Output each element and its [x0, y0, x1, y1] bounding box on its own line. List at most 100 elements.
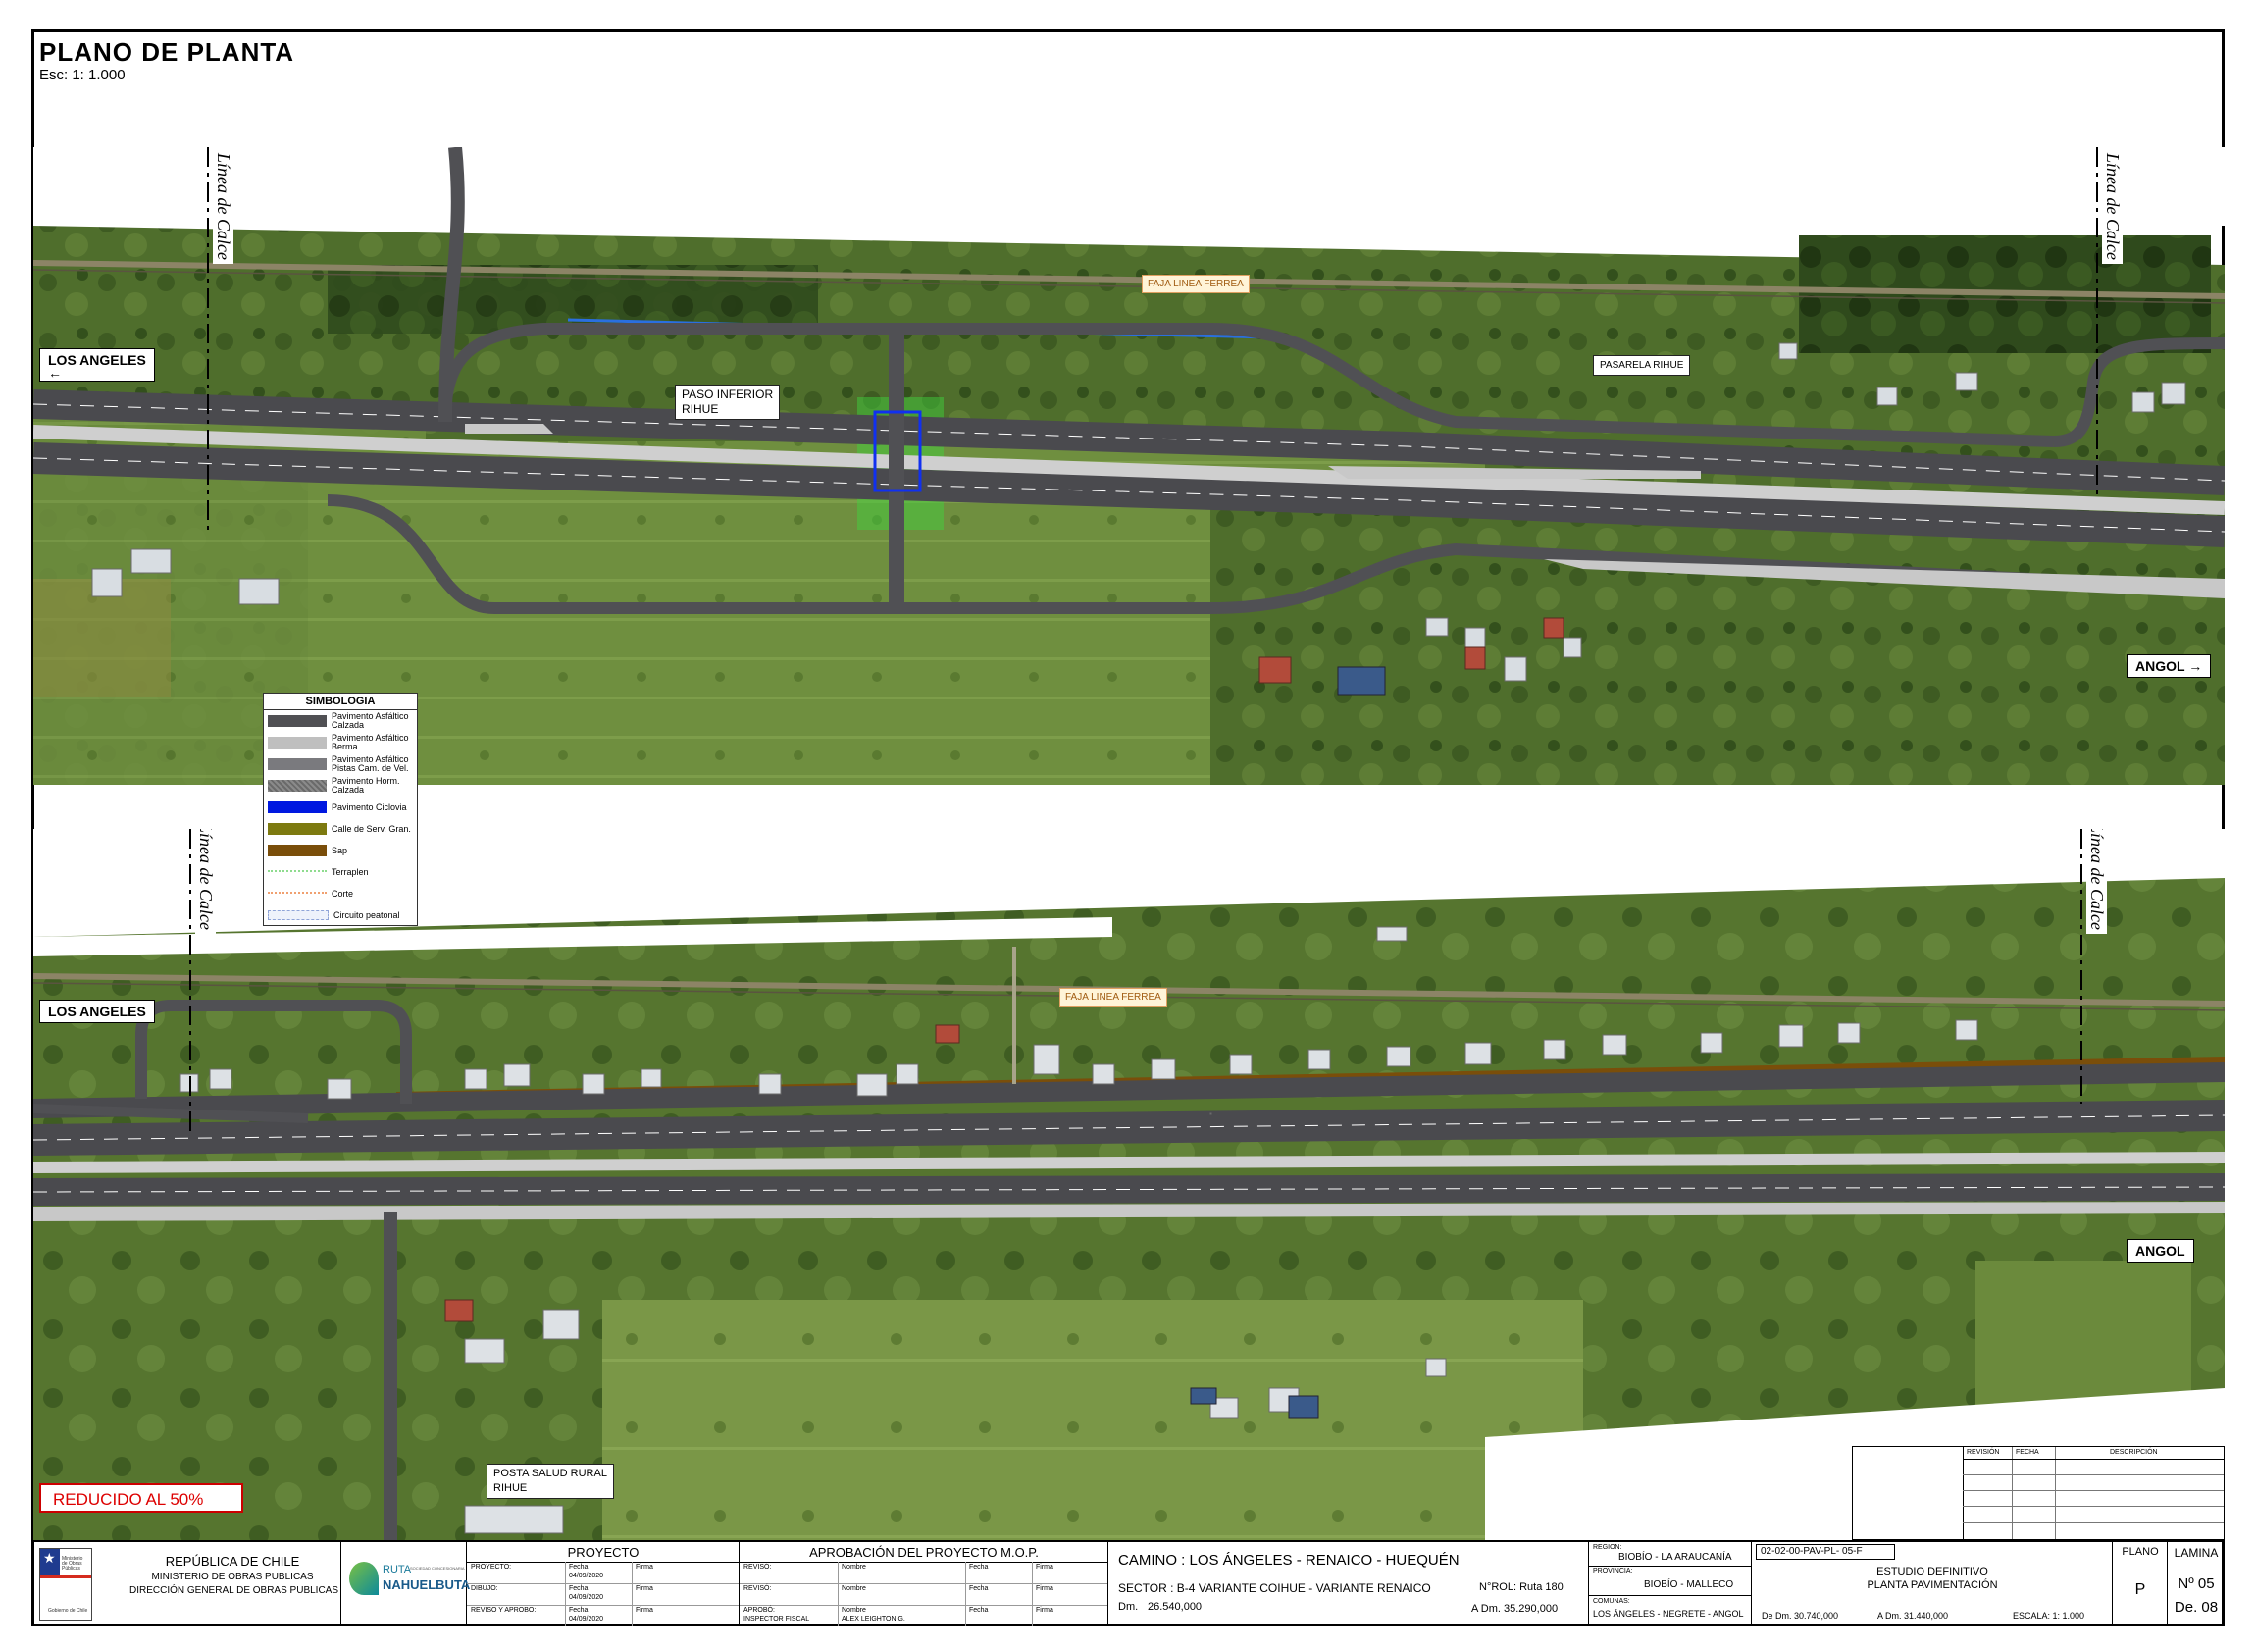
aerial-map-upper [33, 147, 2225, 785]
title-block-ministry: ★ Ministerio de Obras Públicas Gobierno … [31, 1542, 341, 1626]
inspector-role: INSPECTOR FISCAL [743, 1616, 810, 1623]
title-block-aprobacion: APROBACIÓN DEL PROYECTO M.O.P. REVISÓ: N… [740, 1542, 1108, 1626]
mop-logo-bottom: Gobierno de Chile [48, 1608, 88, 1614]
aprob-firma-3: Firma [1036, 1607, 1053, 1614]
aprob-role-1: REVISÓ: [743, 1564, 772, 1571]
reviso-firma: Firma [636, 1607, 653, 1614]
legend-item: Pavimento Asfáltico Berma [264, 732, 417, 753]
legend-swatch [268, 845, 327, 856]
proyecto-heading: PROYECTO [567, 1545, 640, 1560]
calce-label-upper-left: Línea de Calce [213, 149, 233, 264]
aprob-fecha-1: Fecha [969, 1564, 989, 1571]
comunas-label: COMUNAS: [1593, 1598, 1630, 1605]
lamina-total: De. 08 [2174, 1599, 2219, 1616]
label-pasarela-rihue: PASARELA RIHUE [1593, 355, 1691, 376]
aprob-firma-2: Firma [1036, 1585, 1053, 1592]
reviso-fecha-label: Fecha [569, 1607, 589, 1614]
ministerio-text: MINISTERIO DE OBRAS PUBLICAS [151, 1572, 314, 1582]
arrow-right-icon: → [2188, 658, 2203, 674]
camino-text: CAMINO : LOS ÁNGELES - RENAICO - HUEQUÉN [1118, 1552, 1460, 1569]
aprob-fecha-3: Fecha [969, 1607, 989, 1614]
dibujo-fecha-label: Fecha [569, 1585, 589, 1592]
estudio-text: ESTUDIO DEFINITIVO [1876, 1566, 1988, 1577]
paso-inferior-line2: RIHUE [682, 402, 719, 416]
codigo-value: 02-02-00-PAV-PL- 05-F [1761, 1546, 1863, 1557]
aprob-nombre-2: Nombre [842, 1585, 866, 1592]
scale-label: Esc: 1: 1.000 [39, 67, 126, 83]
plano-value: P [2134, 1581, 2146, 1598]
legend-swatch [268, 758, 327, 770]
legend-label: Pavimento Ciclovia [332, 801, 407, 812]
paso-inferior-line1: PASO INFERIOR [682, 387, 774, 401]
direccion-text: DIRECCIÓN GENERAL DE OBRAS PUBLICAS [129, 1585, 339, 1596]
calce-label-upper-right: Línea de Calce [2102, 149, 2123, 264]
title-block: ★ Ministerio de Obras Públicas Gobierno … [31, 1540, 2225, 1626]
aerial-map-lower [33, 829, 2225, 1540]
a-dm-value: A Dm. 31.440,000 [1877, 1611, 1949, 1621]
star-icon: ★ [43, 1550, 56, 1566]
legend-label: Terraplen [332, 866, 369, 877]
angol-text: ANGOL [2135, 658, 2185, 674]
label-faja-linea-ferrea: FAJA LINEA FERREA [1142, 275, 1250, 293]
planta-text: PLANTA PAVIMENTACIÓN [1867, 1579, 1998, 1591]
proyecto-fecha-label: Fecha [569, 1564, 589, 1571]
title-block-camino: CAMINO : LOS ÁNGELES - RENAICO - HUEQUÉN… [1108, 1542, 1589, 1626]
label-posta-salud: POSTA SALUD RURAL RIHUE [487, 1464, 614, 1499]
ruta-text: RUTA [383, 1564, 412, 1575]
calce-label-lower-left: Línea de Calce [195, 829, 216, 934]
aprob-nombre-3: Nombre [842, 1607, 866, 1614]
legend-item: Pavimento Ciclovia [264, 797, 417, 818]
dibujo-role: DIBUJO: [471, 1585, 498, 1592]
revision-col-descripcion: DESCRIPCIÓN [2110, 1449, 2158, 1456]
legend-item: Terraplen [264, 861, 417, 883]
aprob-role-3: APROBÓ: [743, 1607, 775, 1614]
legend-item: Pavimento Horm. Calzada [264, 775, 417, 797]
codigo-box: 02-02-00-PAV-PL- 05-F [1756, 1544, 1895, 1560]
proyecto-firma: Firma [636, 1564, 653, 1571]
legend-item: Corte [264, 883, 417, 904]
plano-label: PLANO [2122, 1546, 2159, 1558]
adm-value: A Dm. 35.290,000 [1471, 1603, 1559, 1615]
region-label: REGION: [1593, 1544, 1622, 1551]
legend-sublabel: Calzada [332, 720, 365, 730]
lamina-number: Nº 05 [2178, 1575, 2215, 1592]
legend-swatch [268, 891, 327, 897]
legend-label: Calle de Serv. Gran. [332, 823, 411, 834]
aprob-nombre-1: Nombre [842, 1564, 866, 1571]
map-strip-upper[interactable]: Línea de Calce Línea de Calce FAJA LINEA… [33, 147, 2225, 785]
comunas-value: LOS ÁNGELES - NEGRETE - ANGOL [1593, 1609, 1744, 1619]
nahuelbuta-text: NAHUELBUTA [383, 1577, 471, 1592]
legend-swatch [268, 801, 327, 813]
ruta-nahuelbuta-logo: RUTA SOCIEDAD CONCESIONARIA NAHUELBUTA [349, 1560, 470, 1603]
dm-value: 26.540,000 [1148, 1601, 1203, 1613]
legend-sublabel: Pistas Cam. de Vel. [332, 763, 409, 773]
legend-swatch [268, 715, 327, 727]
lamina-label: LAMINA [2174, 1546, 2219, 1560]
title-block-region: REGION: BIOBÍO - LA ARAUCANÍA PROVINCIA:… [1589, 1542, 1752, 1626]
aprob-firma-1: Firma [1036, 1564, 1053, 1571]
mop-logo-text: Ministerio de Obras Públicas [62, 1556, 83, 1572]
calce-label-lower-right: Línea de Calce [2086, 829, 2107, 934]
map-strip-lower[interactable]: Línea de Calce Línea de Calce FAJA LINEA… [33, 829, 2225, 1540]
ruta-small-text: SOCIEDAD CONCESIONARIA [410, 1566, 465, 1571]
dibujo-firma: Firma [636, 1585, 653, 1592]
revision-col-fecha: FECHA [2016, 1449, 2039, 1456]
legend-item: Pavimento Asfáltico Calzada [264, 710, 417, 732]
direction-los-angeles-lower: LOS ANGELES [39, 1000, 155, 1023]
aprobacion-heading: APROBACIÓN DEL PROYECTO M.O.P. [809, 1545, 1039, 1560]
legend-sublabel: Berma [332, 742, 358, 751]
legend-title: SIMBOLOGIA [264, 694, 417, 710]
direction-angol-lower: ANGOL [2127, 1239, 2194, 1263]
legend-swatch [268, 823, 327, 835]
rol-text: N°ROL: Ruta 180 [1479, 1581, 1564, 1593]
revision-col-revision: REVISIÓN [1967, 1449, 2000, 1456]
republica-text: REPÚBLICA DE CHILE [165, 1554, 300, 1569]
label-faja-linea-ferrea-lower: FAJA LINEA FERREA [1059, 988, 1167, 1007]
arrow-left-icon: ← [48, 365, 62, 381]
legend-label: Corte [332, 888, 354, 899]
label-paso-inferior: PASO INFERIOR RIHUE [675, 385, 781, 420]
mop-logo: ★ Ministerio de Obras Públicas Gobierno … [39, 1548, 92, 1621]
los-angeles-text: LOS ANGELES [48, 352, 146, 368]
legend-item: Pavimento Asfáltico Pistas Cam. de Vel. [264, 753, 417, 775]
legend-item: Circuito peatonal [264, 904, 417, 926]
